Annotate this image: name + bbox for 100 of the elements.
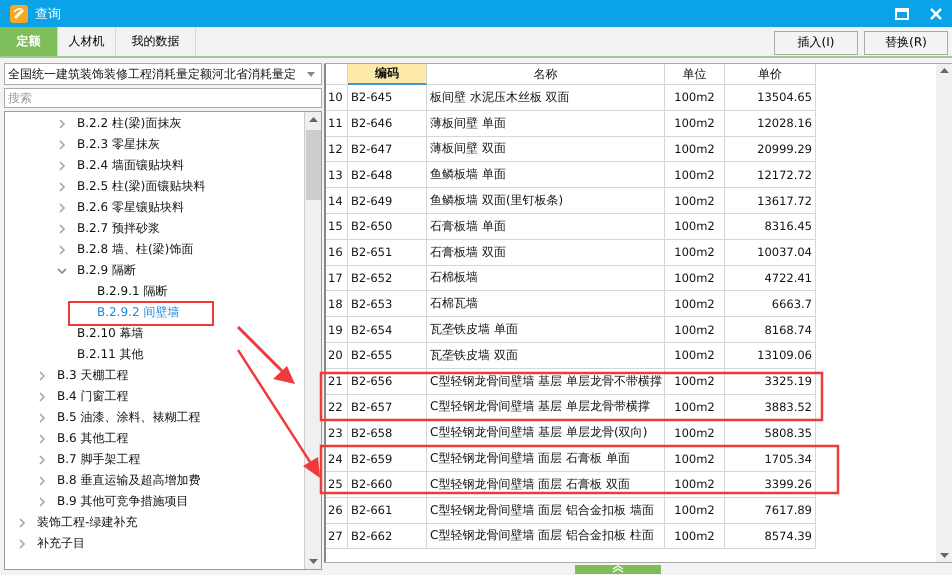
- table-cell: 100m2: [665, 266, 725, 292]
- table-cell: C型轻钢龙骨间壁墙 面层 铝合金扣板 墙面: [427, 498, 665, 524]
- table-cell: 石棉瓦墙: [427, 291, 665, 318]
- table-cell: 20999.29: [725, 136, 816, 162]
- toolbar-button[interactable]: 插入(I): [774, 30, 858, 54]
- table-cell: 8168.74: [725, 317, 816, 343]
- expand-chevron-icon[interactable]: [37, 370, 47, 380]
- search-field[interactable]: 搜索: [4, 88, 322, 108]
- tree-item[interactable]: B.2.10 幕墙: [77, 325, 144, 342]
- scroll-up-icon[interactable]: [940, 68, 948, 73]
- toolbar-button[interactable]: 替换(R): [864, 30, 948, 54]
- scrollbar[interactable]: [936, 64, 952, 562]
- table-cell: 石膏板墙 双面: [427, 240, 665, 266]
- tree-item[interactable]: B.3 天棚工程: [57, 367, 128, 384]
- scroll-down-icon[interactable]: [308, 559, 318, 564]
- tree-item[interactable]: B.7 脚手架工程: [57, 451, 140, 468]
- row-number: 14: [326, 188, 348, 214]
- column-header[interactable]: 单价: [725, 64, 816, 85]
- column-header[interactable]: 编码: [348, 64, 427, 85]
- expand-chevron-icon[interactable]: [37, 496, 47, 506]
- row-number: 26: [326, 498, 348, 524]
- tree-item[interactable]: B.5 油漆、涂料、裱糊工程: [57, 409, 200, 426]
- table-cell: 100m2: [665, 214, 725, 240]
- column-header[interactable]: 名称: [427, 64, 665, 85]
- table-cell: 1705.34: [725, 446, 816, 472]
- expand-chevron-icon[interactable]: [57, 160, 67, 170]
- table-cell: B2-652: [348, 266, 427, 292]
- tree-item[interactable]: B.2.3 零星抹灰: [77, 136, 160, 153]
- tree-item[interactable]: B.2.6 零星镶贴块料: [77, 199, 184, 216]
- library-dropdown[interactable]: 全国统一建筑装饰装修工程消耗量定额河北省消耗量定: [4, 63, 322, 85]
- maximize-icon[interactable]: [895, 8, 909, 20]
- expand-chevron-icon[interactable]: [17, 518, 27, 528]
- table-cell: 100m2: [665, 291, 725, 318]
- row-number: 15: [326, 214, 348, 240]
- column-header[interactable]: 单位: [665, 64, 725, 85]
- expand-chevron-icon[interactable]: [57, 244, 67, 254]
- tree-item[interactable]: B.4 门窗工程: [57, 388, 128, 405]
- table-cell: B2-655: [348, 342, 427, 369]
- table-cell: 100m2: [665, 162, 725, 188]
- table-cell: 石膏板墙 单面: [427, 214, 665, 240]
- expand-chevron-icon[interactable]: [57, 224, 67, 234]
- scroll-down-icon[interactable]: [940, 553, 948, 558]
- tree-item[interactable]: B.6 其他工程: [57, 430, 128, 447]
- table-cell: B2-647: [348, 136, 427, 162]
- tree-item[interactable]: B.2.9 隔断: [77, 262, 136, 279]
- expand-chevron-icon[interactable]: [37, 392, 47, 402]
- tree-item[interactable]: B.2.7 预拌砂浆: [77, 220, 160, 237]
- row-number: 13: [326, 162, 348, 188]
- tree-item[interactable]: 补充子目: [37, 535, 85, 552]
- expand-chevron-icon[interactable]: [57, 182, 67, 192]
- tree-item[interactable]: B.2.4 墙面镶贴块料: [77, 157, 184, 174]
- table-cell: 100m2: [665, 240, 725, 266]
- collapse-chevron-icon[interactable]: [57, 266, 67, 274]
- tree-item[interactable]: 装饰工程-绿建补充: [37, 514, 138, 531]
- scrollbar[interactable]: [304, 112, 321, 569]
- expand-chevron-icon[interactable]: [57, 140, 67, 150]
- table-cell: 100m2: [665, 394, 725, 420]
- row-number: 18: [326, 291, 348, 318]
- scroll-up-icon[interactable]: [308, 117, 318, 122]
- expand-chevron-icon[interactable]: [37, 434, 47, 444]
- tree-item[interactable]: B.2.9.1 隔断: [97, 283, 168, 300]
- tree-item[interactable]: B.2.5 柱(梁)面镶贴块料: [77, 178, 206, 195]
- expand-chevron-icon[interactable]: [17, 538, 27, 548]
- app-icon: [10, 4, 28, 22]
- table-cell: 100m2: [665, 446, 725, 472]
- expand-chevron-icon[interactable]: [37, 454, 47, 464]
- table-cell: 石棉板墙: [427, 266, 665, 292]
- table-cell: C型轻钢龙骨间壁墙 面层 石膏板 单面: [427, 446, 665, 472]
- table-cell: 13109.06: [725, 342, 816, 369]
- row-number: 19: [326, 317, 348, 343]
- scrollbar-thumb[interactable]: [306, 130, 320, 200]
- expand-chevron-icon[interactable]: [57, 118, 67, 128]
- table-cell: B2-651: [348, 240, 427, 266]
- row-number: 16: [326, 240, 348, 266]
- close-icon[interactable]: [930, 8, 942, 20]
- expand-chevron-icon[interactable]: [37, 412, 47, 422]
- table-cell: 100m2: [665, 420, 725, 446]
- table-cell: B2-646: [348, 110, 427, 137]
- expand-chevron-icon[interactable]: [57, 202, 67, 212]
- row-number: 20: [326, 342, 348, 369]
- tree-item[interactable]: B.2.11 其他: [77, 346, 144, 363]
- table-cell: 瓦垄铁皮墙 单面: [427, 317, 665, 343]
- table-cell: 3399.26: [725, 472, 816, 498]
- table-cell: 8574.39: [725, 524, 816, 550]
- table-cell: C型轻钢龙骨间壁墙 基层 单层龙骨带横撑: [427, 394, 665, 420]
- expand-chevron-icon[interactable]: [37, 476, 47, 486]
- collapse-handle[interactable]: [575, 565, 661, 574]
- table-cell: C型轻钢龙骨间壁墙 面层 石膏板 双面: [427, 472, 665, 498]
- row-number: 27: [326, 524, 348, 550]
- table-cell: B2-650: [348, 214, 427, 240]
- table-cell: B2-661: [348, 498, 427, 524]
- tree-item[interactable]: B.8 垂直运输及超高增加费: [57, 472, 200, 489]
- tree-item[interactable]: B.2.2 柱(梁)面抹灰: [77, 115, 182, 132]
- table-cell: 薄板间壁 双面: [427, 136, 665, 162]
- tree-item[interactable]: B.2.9.2 间壁墙: [97, 304, 180, 321]
- row-number: 10: [326, 85, 348, 111]
- tree-item[interactable]: B.9 其他可竞争措施项目: [57, 493, 188, 510]
- table-cell: 4722.41: [725, 266, 816, 292]
- tree-item[interactable]: B.2.8 墙、柱(梁)饰面: [77, 241, 194, 258]
- table-cell: 8316.45: [725, 214, 816, 240]
